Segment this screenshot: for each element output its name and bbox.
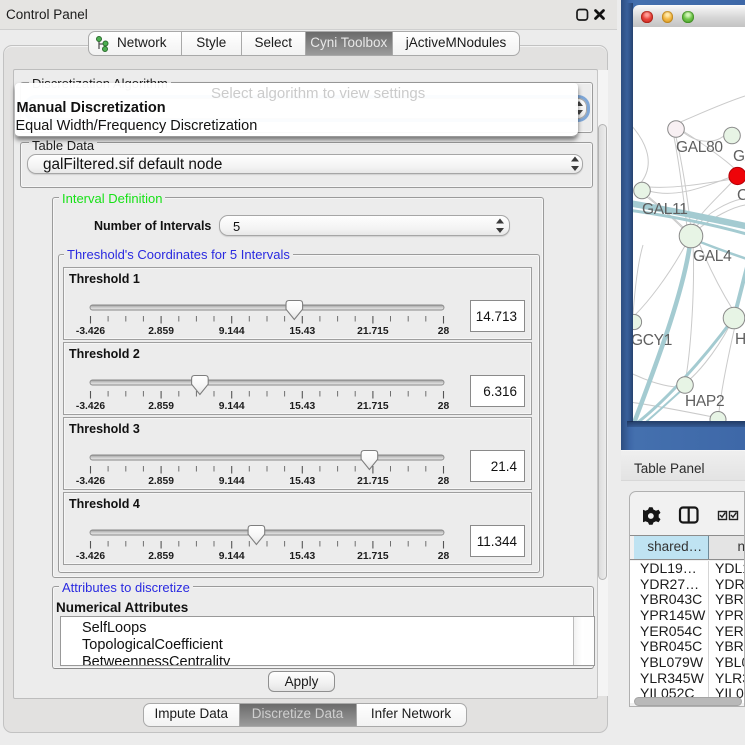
svg-text:9.144: 9.144	[219, 401, 245, 412]
svg-text:2.859: 2.859	[148, 551, 174, 562]
svg-text:21.715: 21.715	[357, 551, 389, 562]
svg-text:-3.426: -3.426	[76, 326, 105, 337]
svg-text:-3.426: -3.426	[76, 476, 105, 487]
svg-text:21.715: 21.715	[357, 476, 389, 487]
svg-text:15.43: 15.43	[289, 476, 315, 487]
svg-text:9.144: 9.144	[219, 326, 245, 337]
svg-text:15.43: 15.43	[289, 326, 315, 337]
svg-text:15.43: 15.43	[289, 551, 315, 562]
svg-text:28: 28	[438, 476, 450, 487]
svg-text:2.859: 2.859	[148, 326, 174, 337]
svg-text:9.144: 9.144	[219, 476, 245, 487]
svg-text:21.715: 21.715	[357, 326, 389, 337]
svg-text:-3.426: -3.426	[76, 551, 105, 562]
svg-text:28: 28	[438, 326, 450, 337]
svg-text:-3.426: -3.426	[76, 401, 105, 412]
svg-text:2.859: 2.859	[148, 401, 174, 412]
svg-text:28: 28	[438, 551, 450, 562]
svg-text:9.144: 9.144	[219, 551, 245, 562]
svg-text:15.43: 15.43	[289, 401, 315, 412]
svg-text:2.859: 2.859	[148, 476, 174, 487]
svg-text:28: 28	[438, 401, 450, 412]
svg-text:21.715: 21.715	[357, 401, 389, 412]
